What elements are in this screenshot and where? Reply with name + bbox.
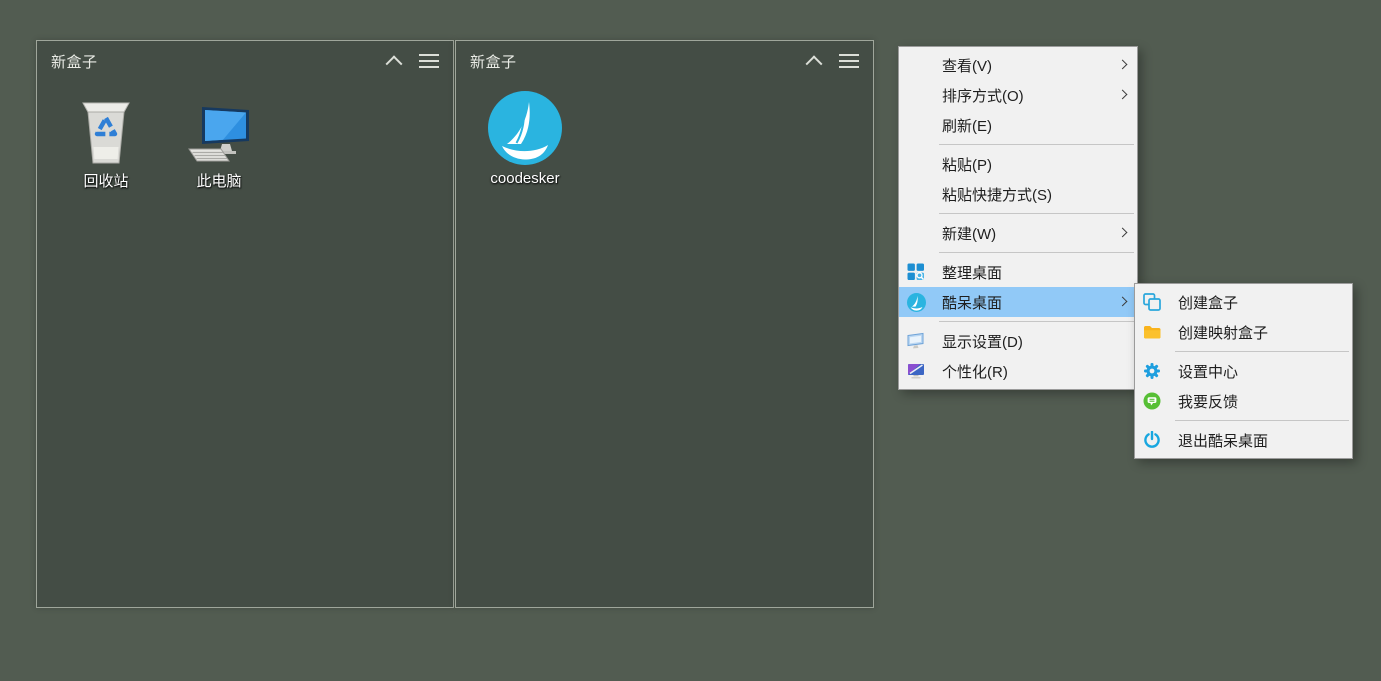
desktop-context-menu: 查看(V) 排序方式(O) 刷新(E) 粘贴(P) 粘贴快捷方式(S) 新建(W… — [898, 46, 1138, 390]
create-box-icon — [1142, 293, 1178, 311]
menu-item-personalization[interactable]: 个性化(R) — [899, 356, 1137, 386]
collapse-button[interactable] — [383, 50, 405, 72]
submenu-arrow-icon — [1118, 296, 1128, 306]
box-menu-button[interactable] — [418, 50, 440, 72]
organize-desktop-icon — [906, 263, 942, 281]
submenu-item-feedback[interactable]: 我要反馈 — [1135, 386, 1352, 416]
chevron-up-icon — [806, 55, 823, 72]
submenu-arrow-icon — [1118, 59, 1128, 69]
settings-gear-icon — [1142, 362, 1178, 380]
desktop-icon-this-pc[interactable]: 此电脑 — [175, 89, 263, 191]
mapped-folder-icon — [1142, 323, 1178, 341]
icon-label: 此电脑 — [196, 170, 241, 191]
menu-separator — [939, 252, 1134, 253]
menu-item-view[interactable]: 查看(V) — [899, 50, 1137, 80]
menu-separator — [1175, 351, 1349, 352]
chevron-up-icon — [386, 55, 403, 72]
submenu-arrow-icon — [1118, 227, 1128, 237]
desktop[interactable]: { "colors": { "desktop_bg": "#525C51", "… — [0, 0, 1381, 681]
coodesker-submenu: 创建盒子 创建映射盒子 设置中心 — [1134, 283, 1353, 459]
recycle-bin-icon — [80, 89, 132, 165]
menu-separator — [939, 213, 1134, 214]
menu-separator — [939, 321, 1134, 322]
box-titlebar[interactable]: 新盒子 — [37, 41, 453, 81]
coodesker-icon — [488, 89, 562, 165]
menu-separator — [939, 144, 1134, 145]
box-menu-button[interactable] — [838, 50, 860, 72]
menu-separator — [1175, 420, 1349, 421]
menu-item-new[interactable]: 新建(W) — [899, 218, 1137, 248]
desktop-icon-coodesker[interactable]: coodesker — [481, 89, 569, 187]
menu-item-coodesker[interactable]: 酷呆桌面 — [899, 287, 1137, 317]
icon-label: 回收站 — [83, 170, 128, 191]
desktop-box-right: 新盒子 coodesker — [455, 40, 874, 608]
desktop-box-left: 新盒子 回收站 — [36, 40, 454, 608]
submenu-item-create-box[interactable]: 创建盒子 — [1135, 287, 1352, 317]
box-title: 新盒子 — [51, 51, 98, 72]
box-title: 新盒子 — [470, 51, 517, 72]
power-icon — [1142, 431, 1178, 449]
personalization-icon — [906, 362, 942, 380]
menu-item-sort-by[interactable]: 排序方式(O) — [899, 80, 1137, 110]
hamburger-icon — [419, 54, 439, 68]
box-titlebar[interactable]: 新盒子 — [456, 41, 873, 81]
hamburger-icon — [839, 54, 859, 68]
desktop-icon-recycle-bin[interactable]: 回收站 — [62, 89, 150, 191]
menu-item-display-settings[interactable]: 显示设置(D) — [899, 326, 1137, 356]
feedback-icon — [1142, 392, 1178, 410]
submenu-arrow-icon — [1118, 89, 1128, 99]
menu-item-paste-shortcut[interactable]: 粘贴快捷方式(S) — [899, 179, 1137, 209]
display-settings-icon — [906, 332, 942, 350]
submenu-item-settings-center[interactable]: 设置中心 — [1135, 356, 1352, 386]
menu-item-refresh[interactable]: 刷新(E) — [899, 110, 1137, 140]
this-pc-icon — [187, 89, 251, 165]
collapse-button[interactable] — [803, 50, 825, 72]
coodesker-icon — [906, 293, 942, 312]
submenu-item-create-mapped-box[interactable]: 创建映射盒子 — [1135, 317, 1352, 347]
menu-item-organize-desktop[interactable]: 整理桌面 — [899, 257, 1137, 287]
icon-label: coodesker — [490, 170, 559, 187]
menu-item-paste[interactable]: 粘贴(P) — [899, 149, 1137, 179]
submenu-item-exit-coodesker[interactable]: 退出酷呆桌面 — [1135, 425, 1352, 455]
